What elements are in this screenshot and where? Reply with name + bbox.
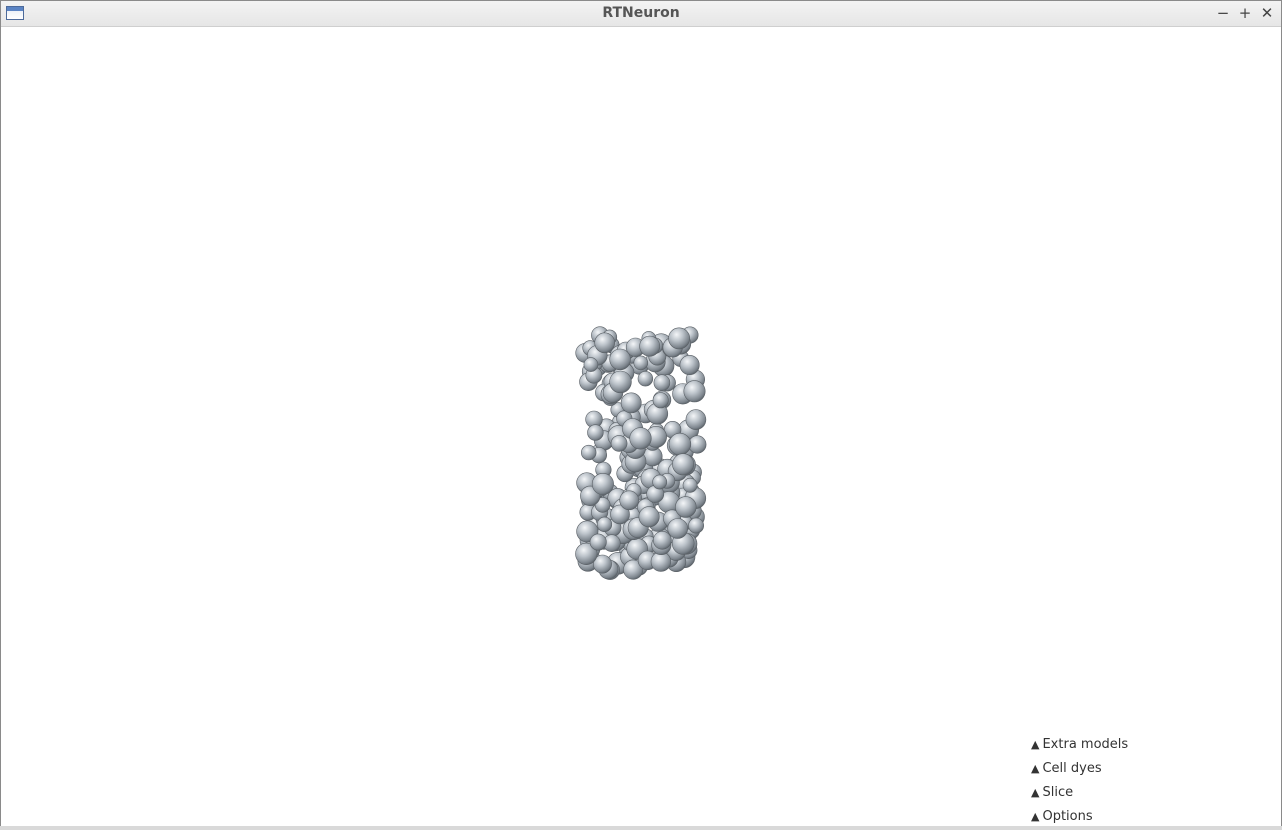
3d-viewport[interactable]: ▲ Extra models ▲ Cell dyes ▲ Slice ▲ Options xyxy=(1,27,1281,827)
minimize-button[interactable]: − xyxy=(1214,4,1232,22)
neuron-sphere xyxy=(672,453,695,476)
neuron-sphere xyxy=(688,517,705,534)
neuron-sphere xyxy=(609,370,632,394)
neuron-sphere xyxy=(683,380,706,403)
neuron-sphere xyxy=(652,392,669,409)
expand-arrow-icon: ▲ xyxy=(1031,762,1040,775)
panel-item-label: Cell dyes xyxy=(1042,761,1102,776)
expand-arrow-icon: ▲ xyxy=(1031,786,1040,799)
neuron-sphere xyxy=(679,354,700,375)
neuron-sphere xyxy=(619,490,639,511)
expand-arrow-icon: ▲ xyxy=(1031,810,1040,823)
neuron-sphere xyxy=(583,357,599,372)
extra-models-toggle[interactable]: ▲ Extra models xyxy=(1031,733,1231,757)
expand-arrow-icon: ▲ xyxy=(1031,738,1040,751)
neuron-sphere xyxy=(587,424,604,441)
neuron-sphere xyxy=(682,477,698,493)
panel-item-label: Options xyxy=(1042,809,1093,824)
neuron-sphere xyxy=(639,335,661,357)
side-panel: ▲ Extra models ▲ Cell dyes ▲ Slice ▲ Options xyxy=(1031,733,1231,829)
neuron-sphere xyxy=(581,444,597,461)
maximize-button[interactable]: + xyxy=(1236,4,1254,22)
neuron-sphere xyxy=(637,370,654,387)
neuron-sphere xyxy=(620,392,642,414)
close-button[interactable]: ✕ xyxy=(1258,4,1276,22)
window-title: RTNeuron xyxy=(602,5,680,21)
app-window: RTNeuron − + ✕ ▲ Extra models ▲ Cell dyes xyxy=(0,0,1282,830)
neuron-sphere xyxy=(638,506,660,528)
neuron-sphere xyxy=(591,473,614,496)
neuron-sphere xyxy=(688,435,707,454)
title-bar[interactable]: RTNeuron − + ✕ xyxy=(1,1,1281,27)
neuron-spheres-render[interactable] xyxy=(561,311,721,581)
neuron-sphere xyxy=(609,348,631,371)
neuron-sphere xyxy=(629,427,652,450)
panel-item-label: Extra models xyxy=(1042,737,1129,752)
window-bottom-edge xyxy=(0,826,1282,830)
neuron-sphere xyxy=(668,327,691,350)
neuron-sphere xyxy=(685,409,707,430)
slice-toggle[interactable]: ▲ Slice xyxy=(1031,781,1231,805)
neuron-sphere xyxy=(653,531,672,550)
neuron-sphere xyxy=(675,496,697,518)
neuron-sphere xyxy=(653,374,671,391)
neuron-sphere xyxy=(633,355,649,371)
neuron-sphere xyxy=(594,332,616,354)
neuron-sphere xyxy=(652,474,668,490)
neuron-sphere xyxy=(667,518,688,539)
neuron-sphere xyxy=(596,516,613,532)
cell-dyes-toggle[interactable]: ▲ Cell dyes xyxy=(1031,757,1231,781)
neuron-sphere xyxy=(589,533,607,551)
neuron-sphere xyxy=(610,435,628,452)
panel-item-label: Slice xyxy=(1042,785,1074,800)
neuron-sphere xyxy=(668,432,692,456)
